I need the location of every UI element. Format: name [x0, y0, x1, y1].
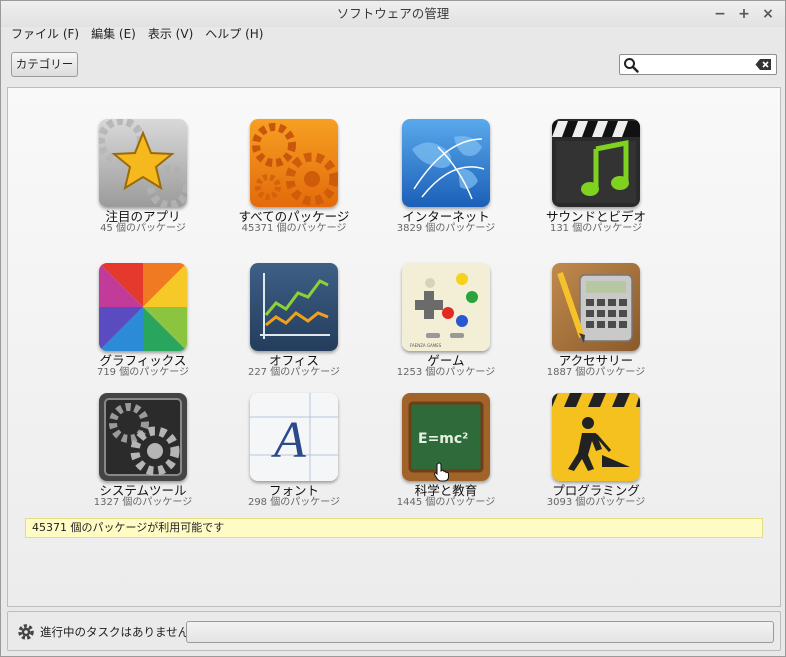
category-accessories[interactable]: アクセサリー 1887 個のパッケージ — [521, 263, 671, 379]
window-title: ソフトウェアの管理 — [336, 6, 450, 21]
category-label: オフィス — [269, 353, 319, 368]
category-sound-video[interactable]: サウンドとビデオ 131 個のパッケージ — [521, 119, 671, 235]
category-label: グラフィックス — [99, 353, 187, 368]
clapperboard-music-icon — [552, 119, 640, 207]
category-all-packages[interactable]: すべてのパッケージ 45371 個のパッケージ — [219, 119, 369, 235]
categories-button[interactable]: カテゴリー — [11, 52, 78, 77]
category-label: アクセサリー — [558, 353, 634, 368]
category-fonts[interactable]: A フォント 298 個のパッケージ — [219, 393, 369, 509]
category-count: 45 個のパッケージ — [100, 223, 186, 234]
category-label: フォント — [268, 483, 319, 498]
category-office[interactable]: オフィス 227 個のパッケージ — [219, 263, 369, 379]
icon-formula: E=mc² — [418, 431, 468, 447]
category-games[interactable]: FAENZA GAMES ゲーム 1253 個のパッケージ — [371, 263, 521, 379]
chalkboard-icon: E=mc² — [402, 393, 490, 481]
window-controls: − + × — [711, 5, 777, 23]
category-count: 298 個のパッケージ — [247, 497, 341, 508]
category-count: 1887 個のパッケージ — [546, 367, 646, 378]
chart-icon — [250, 263, 338, 351]
maximize-button[interactable]: + — [735, 5, 753, 23]
menu-view[interactable]: 表示 (V) — [142, 26, 199, 46]
construction-icon — [552, 393, 640, 481]
task-status-text: 進行中のタスクはありません — [40, 625, 190, 639]
category-count: 1445 個のパッケージ — [396, 497, 496, 508]
category-featured[interactable]: 注目のアプリ 45 個のパッケージ — [68, 119, 218, 235]
menu-edit[interactable]: 編集 (E) — [85, 26, 142, 46]
category-count: 227 個のパッケージ — [247, 367, 341, 378]
globe-network-icon — [402, 119, 490, 207]
menu-help[interactable]: ヘルプ (H) — [199, 26, 269, 46]
category-graphics[interactable]: グラフィックス 719 個のパッケージ — [68, 263, 218, 379]
category-programming[interactable]: プログラミング 3093 個のパッケージ — [521, 393, 671, 509]
close-button[interactable]: × — [759, 5, 777, 23]
clear-search-icon[interactable] — [755, 58, 772, 71]
search-icon — [624, 58, 639, 73]
category-count: 131 個のパッケージ — [549, 223, 643, 234]
system-gears-icon — [99, 393, 187, 481]
category-science-education[interactable]: E=mc² 科学と教育 1445 個のパッケージ — [371, 393, 521, 509]
status-bar: 進行中のタスクはありません — [7, 611, 781, 651]
task-progress-bar — [186, 621, 774, 643]
category-label: プログラミング — [552, 483, 640, 498]
category-label: すべてのパッケージ — [238, 209, 350, 224]
toolbar: カテゴリー — [1, 47, 785, 83]
category-label: ゲーム — [427, 353, 465, 368]
menu-file[interactable]: ファイル (F) — [5, 26, 85, 46]
calculator-icon — [552, 263, 640, 351]
orange-gears-icon — [250, 119, 338, 207]
category-system-tools[interactable]: システムツール 1327 個のパッケージ — [68, 393, 218, 509]
font-icon: A — [250, 393, 338, 481]
search-box[interactable] — [619, 54, 777, 75]
category-count: 45371 個のパッケージ — [241, 223, 347, 234]
category-internet[interactable]: インターネット 3829 個のパッケージ — [371, 119, 521, 235]
category-label: システムツール — [99, 483, 187, 498]
category-count: 1253 個のパッケージ — [396, 367, 496, 378]
gear-icon — [18, 624, 34, 640]
category-count: 3829 個のパッケージ — [396, 223, 496, 234]
category-label: 科学と教育 — [414, 483, 478, 498]
category-panel: 注目のアプリ 45 個のパッケージ すべてのパッケージ 45371 個のパッケー… — [7, 87, 781, 607]
star-gear-icon — [99, 119, 187, 207]
menu-bar: ファイル (F) 編集 (E) 表示 (V) ヘルプ (H) — [1, 26, 785, 46]
category-label: サウンドとビデオ — [545, 209, 646, 224]
available-packages-banner: 45371 個のパッケージが利用可能です — [25, 518, 763, 538]
category-count: 719 個のパッケージ — [96, 367, 190, 378]
title-bar[interactable]: ソフトウェアの管理 − + × — [1, 1, 785, 27]
category-label: インターネット — [402, 209, 490, 224]
category-label: 注目のアプリ — [105, 209, 181, 224]
search-input[interactable] — [641, 56, 753, 73]
category-count: 1327 個のパッケージ — [93, 497, 193, 508]
gamepad-icon: FAENZA GAMES — [402, 263, 490, 351]
category-count: 3093 個のパッケージ — [546, 497, 646, 508]
minimize-button[interactable]: − — [711, 5, 729, 23]
color-wheel-icon — [99, 263, 187, 351]
icon-font-letter: A — [271, 412, 306, 469]
icon-board-caption: FAENZA GAMES — [410, 343, 442, 348]
software-manager-window: ソフトウェアの管理 − + × ファイル (F) 編集 (E) 表示 (V) ヘ… — [0, 0, 786, 657]
